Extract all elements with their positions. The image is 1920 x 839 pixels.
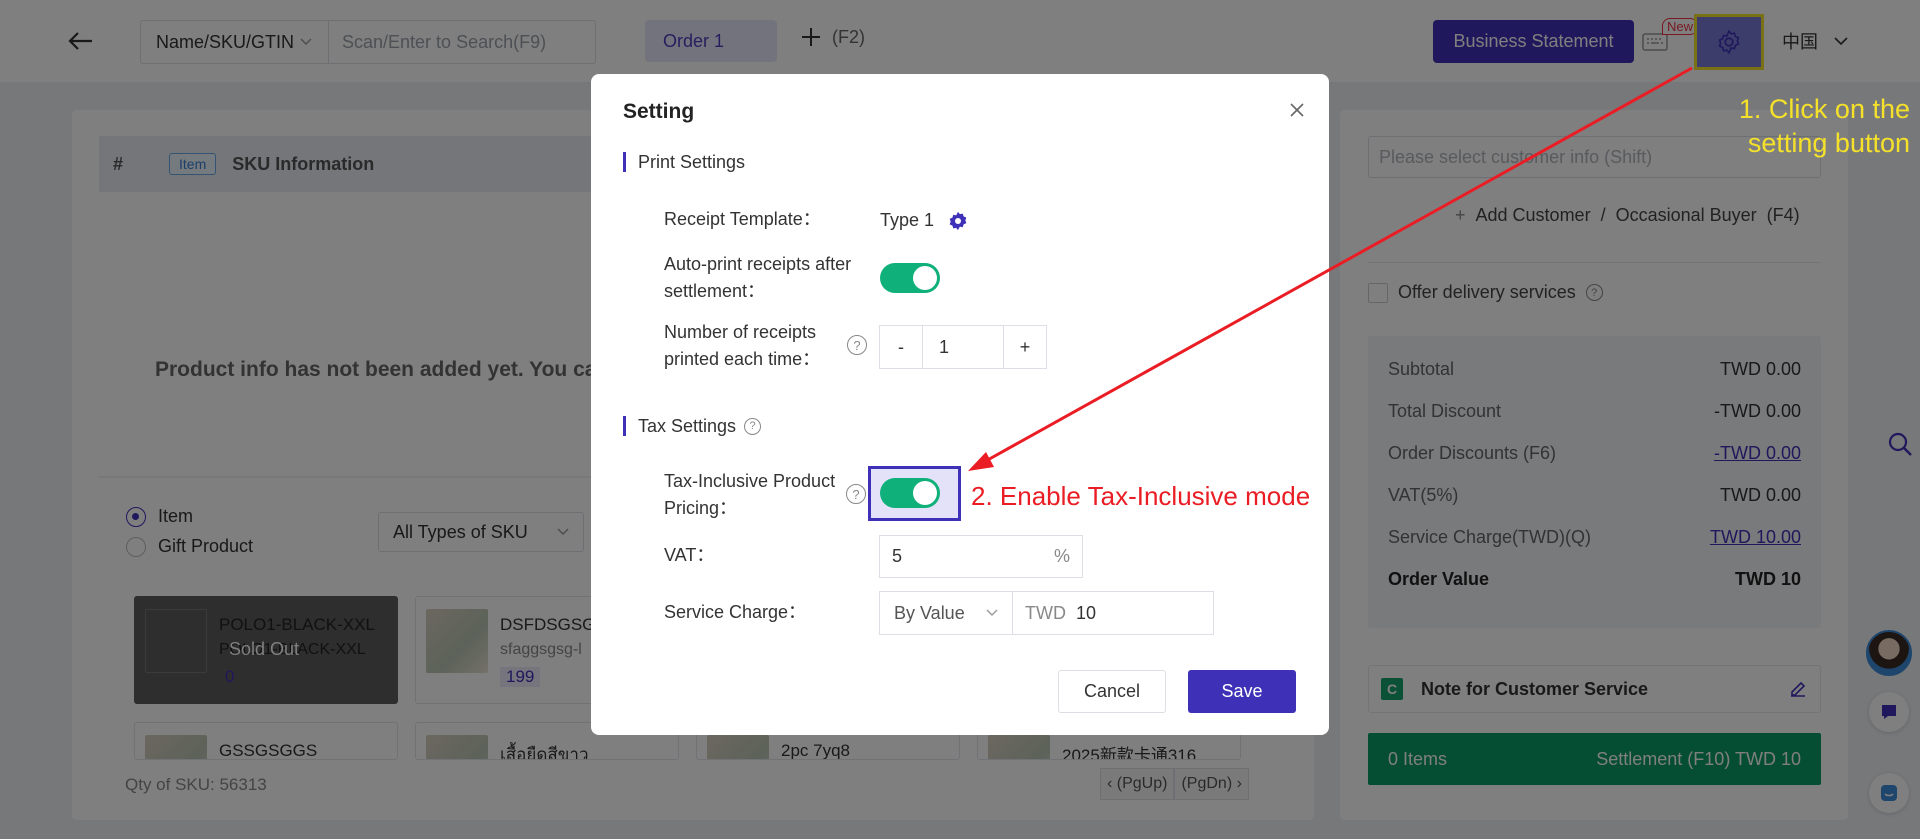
annotation-arrow: [968, 66, 1693, 471]
